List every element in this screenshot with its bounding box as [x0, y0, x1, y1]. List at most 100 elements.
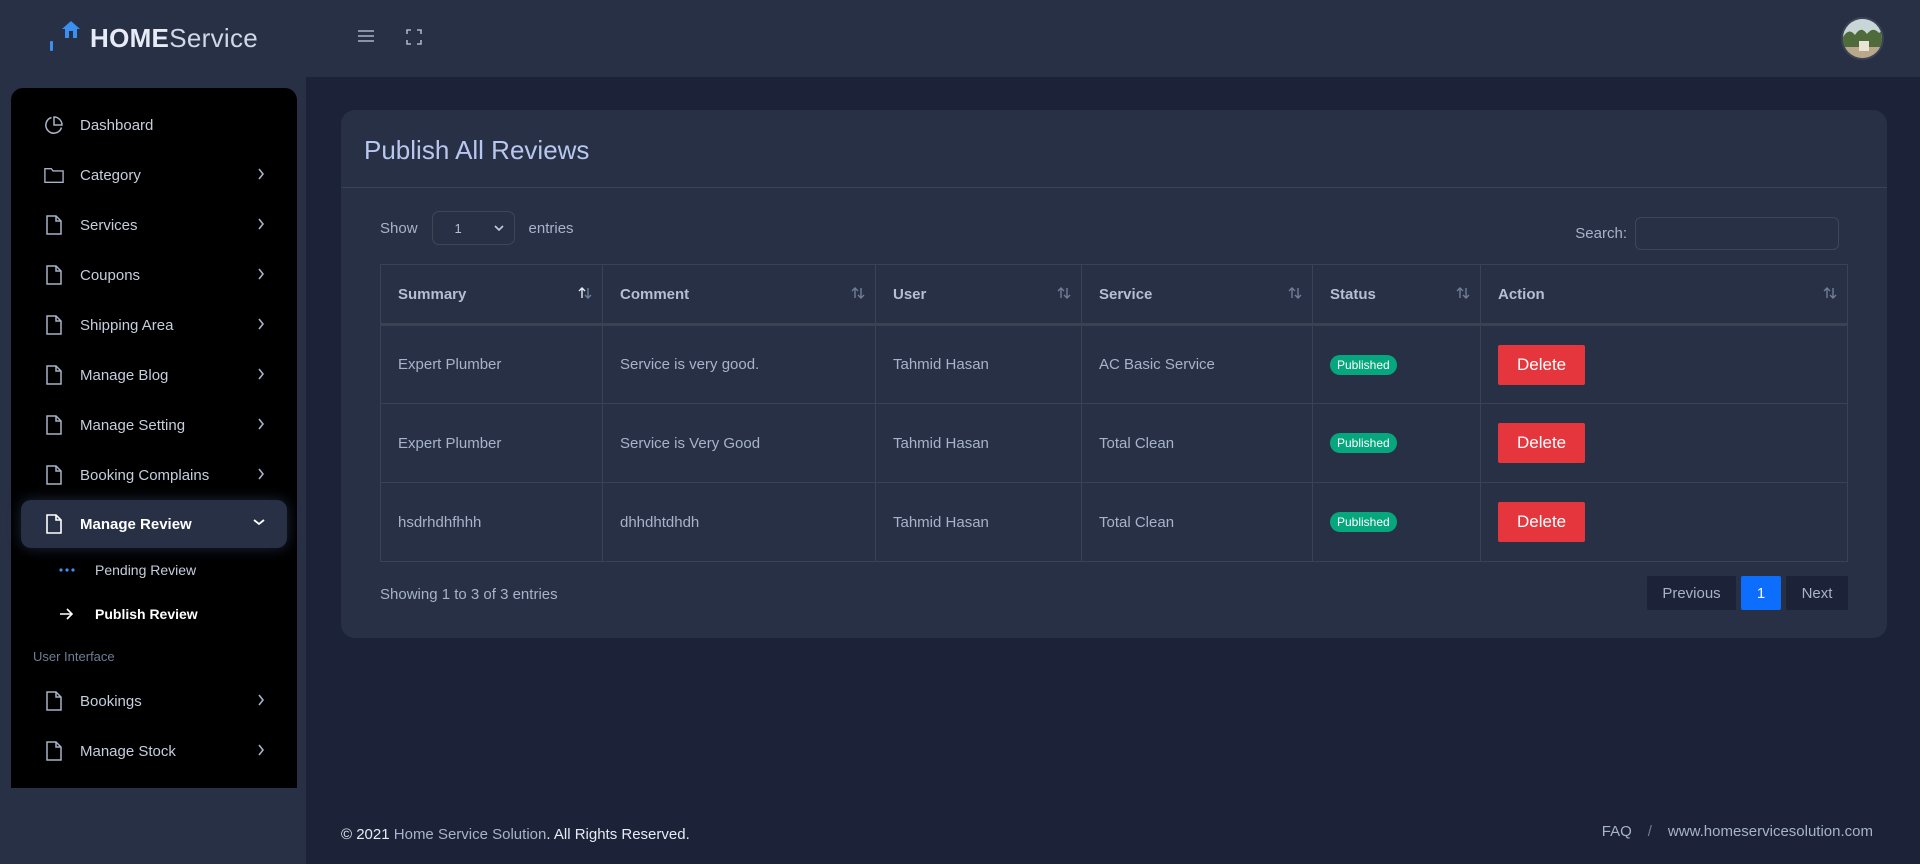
faq-link[interactable]: FAQ	[1602, 823, 1632, 840]
cell-comment: dhhdhtdhdh	[602, 482, 876, 562]
company-link[interactable]: Home Service Solution	[394, 826, 547, 843]
cell-service: Total Clean	[1081, 482, 1313, 562]
copyright-year: © 2021	[341, 826, 390, 843]
chevron-right-icon	[258, 694, 265, 706]
arrow-right-icon	[59, 608, 79, 620]
sidebar-item-label: Services	[80, 216, 138, 234]
pagination: Previous 1 Next	[1647, 576, 1848, 610]
sort-icon	[1288, 287, 1302, 299]
cell-comment: Service is very good.	[602, 324, 876, 404]
reviews-card: Publish All Reviews Show 1 entries Searc…	[341, 110, 1887, 638]
column-header-action[interactable]: Action	[1480, 264, 1848, 326]
sidebar-item-label: Bookings	[80, 692, 142, 710]
chevron-down-icon	[493, 225, 504, 231]
delete-button[interactable]: Delete	[1498, 502, 1586, 542]
sidebar-item-manage-blog[interactable]: Manage Blog	[11, 350, 297, 400]
sidebar-item-shipping-area[interactable]: Shipping Area	[11, 300, 297, 350]
sidebar-item-label: Category	[80, 166, 141, 184]
sidebar-item-category[interactable]: Category	[11, 150, 297, 200]
user-avatar[interactable]	[1841, 17, 1884, 60]
card-header: Publish All Reviews	[341, 110, 1887, 188]
sidebar-subitem-label: Publish Review	[95, 606, 198, 622]
status-badge: Published	[1330, 354, 1397, 375]
sidebar-item-services[interactable]: Services	[11, 200, 297, 250]
footer-separator: /	[1647, 823, 1652, 840]
website-link[interactable]: www.homeservicesolution.com	[1668, 823, 1873, 840]
delete-button[interactable]: Delete	[1498, 423, 1586, 463]
sidebar-item-manage-stock[interactable]: Manage Stock	[11, 726, 297, 776]
cell-service: AC Basic Service	[1081, 324, 1313, 404]
column-header-comment[interactable]: Comment	[602, 264, 876, 326]
pagination-previous[interactable]: Previous	[1647, 576, 1736, 610]
cell-status: Published	[1312, 482, 1481, 562]
entries-select-value: 1	[454, 220, 462, 236]
sidebar-item-label: Coupons	[80, 266, 141, 284]
cell-status: Published	[1312, 324, 1481, 404]
cell-comment: Service is Very Good	[602, 403, 876, 483]
file-icon	[44, 690, 64, 712]
cell-action: Delete	[1480, 482, 1848, 562]
sidebar: HOMEService Dashboard Category Services	[0, 0, 306, 864]
sidebar-item-label: Manage Review	[80, 515, 192, 533]
file-icon	[44, 464, 64, 486]
sort-icon	[851, 287, 865, 299]
entries-label: entries	[528, 219, 574, 237]
chevron-right-icon	[258, 418, 265, 430]
table-row: Expert Plumber Service is very good. Tah…	[380, 324, 1848, 404]
sidebar-item-label: Shipping Area	[80, 316, 174, 334]
sidebar-item-label: Manage Stock	[80, 742, 176, 760]
table-row: Expert Plumber Service is Very Good Tahm…	[380, 403, 1848, 483]
sidebar-item-label: Manage Blog	[80, 366, 169, 384]
cell-user: Tahmid Hasan	[875, 324, 1082, 404]
chevron-down-icon	[253, 519, 265, 526]
status-badge: Published	[1330, 512, 1397, 532]
folder-icon	[44, 164, 64, 186]
search-label: Search:	[1575, 225, 1627, 242]
status-badge: Published	[1330, 433, 1397, 453]
file-icon	[44, 314, 64, 336]
brand-logo[interactable]: HOMEService	[0, 0, 306, 76]
sidebar-item-coupons[interactable]: Coupons	[11, 250, 297, 300]
show-label: Show	[380, 219, 418, 237]
sidebar-item-manage-review[interactable]: Manage Review	[21, 500, 287, 548]
table-info: Showing 1 to 3 of 3 entries	[380, 586, 558, 603]
column-header-status[interactable]: Status	[1312, 264, 1481, 326]
fullscreen-icon[interactable]	[406, 29, 422, 50]
chevron-right-icon	[258, 318, 265, 330]
entries-select[interactable]: 1	[431, 211, 515, 245]
column-header-service[interactable]: Service	[1081, 264, 1313, 326]
chevron-right-icon	[258, 168, 265, 180]
home-logo-icon	[48, 21, 86, 53]
dots-icon	[59, 568, 79, 572]
sidebar-subitem-pending-review[interactable]: Pending Review	[11, 548, 297, 592]
brand-name: HOMEService	[90, 22, 258, 53]
footer-links: FAQ / www.homeservicesolution.com	[1602, 823, 1873, 840]
cell-summary: Expert Plumber	[380, 324, 603, 404]
chevron-right-icon	[258, 218, 265, 230]
pie-chart-icon	[44, 114, 64, 136]
chevron-right-icon	[258, 744, 265, 756]
chevron-right-icon	[258, 368, 265, 380]
pagination-next[interactable]: Next	[1786, 576, 1848, 610]
sidebar-subitem-publish-review[interactable]: Publish Review	[11, 592, 297, 636]
cell-user: Tahmid Hasan	[875, 403, 1082, 483]
search-input[interactable]	[1635, 217, 1839, 250]
cell-action: Delete	[1480, 403, 1848, 483]
sidebar-item-bookings[interactable]: Bookings	[11, 676, 297, 726]
sidebar-item-booking-complains[interactable]: Booking Complains	[11, 450, 297, 500]
delete-button[interactable]: Delete	[1498, 344, 1586, 385]
hamburger-menu-icon[interactable]	[357, 29, 375, 48]
file-icon	[44, 214, 64, 236]
sidebar-item-dashboard[interactable]: Dashboard	[11, 100, 297, 150]
file-icon	[44, 414, 64, 436]
sidebar-item-manage-setting[interactable]: Manage Setting	[11, 400, 297, 450]
sort-icon	[1823, 287, 1837, 299]
table-search: Search:	[1575, 217, 1839, 250]
column-header-user[interactable]: User	[875, 264, 1082, 326]
pagination-page-current[interactable]: 1	[1741, 576, 1781, 610]
table-header-row: Summary Comment User Service Status Acti…	[380, 264, 1848, 326]
cell-action: Delete	[1480, 324, 1848, 404]
column-header-summary[interactable]: Summary	[380, 264, 603, 326]
sort-icon	[1456, 287, 1470, 299]
file-icon	[44, 740, 64, 762]
